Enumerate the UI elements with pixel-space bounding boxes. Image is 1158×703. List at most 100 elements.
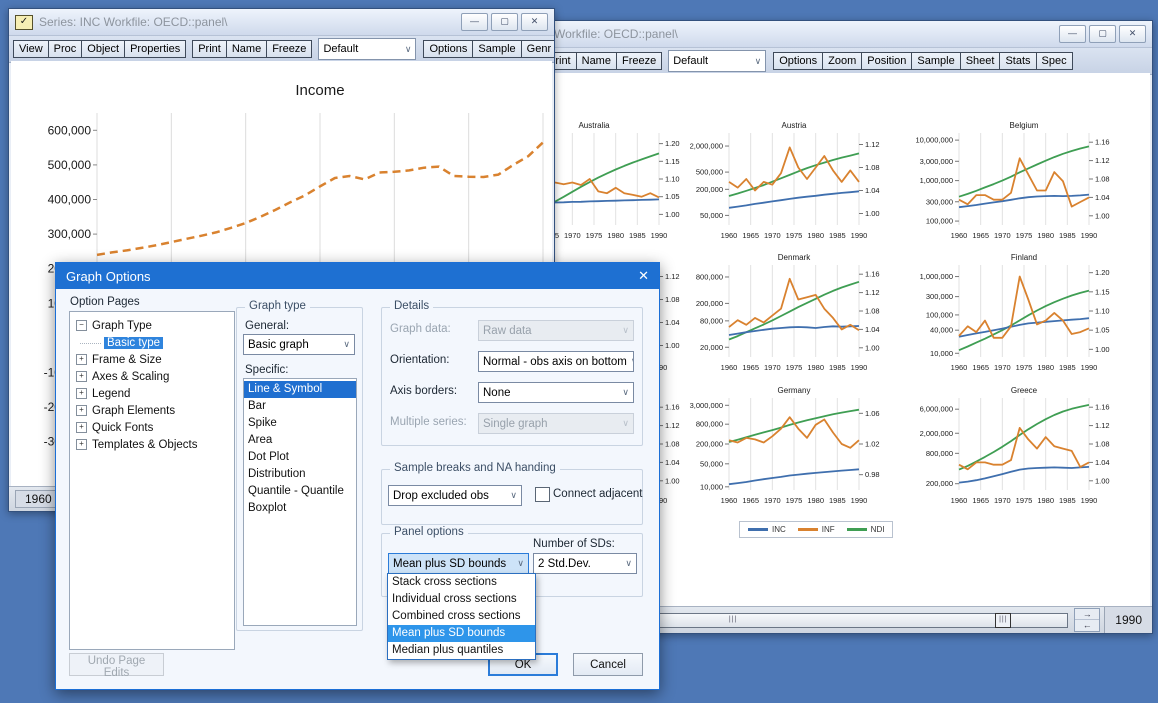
workfile-default-combobox[interactable]: Default ∨ xyxy=(668,50,767,72)
specific-item-quantile-quantile[interactable]: Quantile - Quantile xyxy=(244,483,356,500)
workfile-zoom-button[interactable]: Zoom xyxy=(822,52,863,70)
tree-item-label: Templates & Objects xyxy=(92,438,198,451)
undo-page-edits-button[interactable]: Undo Page Edits xyxy=(69,653,164,679)
svg-text:1970: 1970 xyxy=(564,231,581,240)
series-name-button[interactable]: Name xyxy=(225,40,268,58)
workfile-sample-button[interactable]: Sample xyxy=(911,52,961,70)
workfile-close-button[interactable]: ✕ xyxy=(1119,25,1146,43)
svg-text:1965: 1965 xyxy=(742,496,759,505)
expand-icon[interactable]: + xyxy=(76,354,87,365)
tree-item-templates-objects[interactable]: + Templates & Objects xyxy=(70,436,234,453)
next-page-arrow-icon[interactable]: → xyxy=(1075,609,1100,620)
svg-text:Greece: Greece xyxy=(1011,386,1038,395)
specific-item-line-symbol[interactable]: Line & Symbol xyxy=(244,381,356,398)
svg-text:Australia: Australia xyxy=(578,121,610,130)
workfile-maximize-button[interactable]: ▢ xyxy=(1089,25,1116,43)
svg-text:40,000: 40,000 xyxy=(930,326,953,335)
tree-item-graph-type[interactable]: − Graph Type xyxy=(70,317,234,334)
dropdown-item-median-plus-quantiles[interactable]: Median plus quantiles xyxy=(388,642,535,659)
tree-item-label: Legend xyxy=(92,387,131,400)
series-proc-button[interactable]: Proc xyxy=(47,40,83,58)
series-close-button[interactable]: ✕ xyxy=(521,13,548,31)
scrollbar-grip-icon[interactable]: ||| xyxy=(729,614,737,625)
svg-text:1980: 1980 xyxy=(807,496,824,505)
workfile-name-button[interactable]: Name xyxy=(575,52,617,70)
expand-icon[interactable]: + xyxy=(76,422,87,433)
svg-text:1965: 1965 xyxy=(972,496,989,505)
expand-icon[interactable]: + xyxy=(76,388,87,399)
svg-text:300,000: 300,000 xyxy=(926,197,953,206)
axis-borders-combobox[interactable]: None ∨ xyxy=(478,382,634,403)
option-pages-tree: − Graph Type Basic type + Frame & Size + Axes … xyxy=(69,311,235,650)
workfile-sheet-button[interactable]: Sheet xyxy=(959,52,1001,70)
workfile-stats-button[interactable]: Stats xyxy=(999,52,1037,70)
series-maximize-button[interactable]: ▢ xyxy=(491,13,518,31)
series-print-button[interactable]: Print xyxy=(192,40,227,58)
collapse-icon[interactable]: − xyxy=(76,320,87,331)
svg-text:500,000: 500,000 xyxy=(696,168,723,177)
svg-text:1.12: 1.12 xyxy=(665,421,680,430)
specific-item-bar[interactable]: Bar xyxy=(244,398,356,415)
expand-icon[interactable]: + xyxy=(76,405,87,416)
option-pages-label: Option Pages xyxy=(70,296,140,308)
number-of-sds-combobox[interactable]: 2 Std.Dev. ∨ xyxy=(533,553,637,574)
connect-adjacent-checkbox[interactable] xyxy=(535,487,550,502)
tree-item-legend[interactable]: + Legend xyxy=(70,385,234,402)
series-genr-button[interactable]: Genr xyxy=(520,40,554,58)
dropdown-item-stack-cross-sections[interactable]: Stack cross sections xyxy=(388,574,535,591)
panel-options-value: Mean plus SD bounds xyxy=(393,557,507,570)
panel-options-combobox[interactable]: Mean plus SD bounds ∨ xyxy=(388,553,529,574)
workfile-options-button[interactable]: Options xyxy=(773,52,824,70)
specific-item-distribution[interactable]: Distribution xyxy=(244,466,356,483)
workfile-spec-button[interactable]: Spec xyxy=(1035,52,1073,70)
svg-text:1.00: 1.00 xyxy=(1095,211,1110,220)
series-options-button[interactable]: Options xyxy=(423,40,474,58)
svg-text:1990: 1990 xyxy=(651,231,668,240)
specific-item-dot-plot[interactable]: Dot Plot xyxy=(244,449,356,466)
series-titlebar[interactable]: ✓ Series: INC Workfile: OECD::panel\ — ▢ ✕ xyxy=(9,9,554,36)
series-sample-button[interactable]: Sample xyxy=(472,40,522,58)
prev-page-arrow-icon[interactable]: ← xyxy=(1075,620,1099,630)
dropdown-item-combined-cross-sections[interactable]: Combined cross sections xyxy=(388,608,535,625)
close-icon[interactable]: ✕ xyxy=(638,268,649,284)
specific-item-boxplot[interactable]: Boxplot xyxy=(244,500,356,517)
series-object-button[interactable]: Object xyxy=(81,40,126,58)
svg-text:1985: 1985 xyxy=(1059,231,1076,240)
expand-icon[interactable]: + xyxy=(76,371,87,382)
general-combobox[interactable]: Basic graph ∨ xyxy=(243,334,355,355)
series-minimize-button[interactable]: — xyxy=(461,13,488,31)
tree-item-quick-fonts[interactable]: + Quick Fonts xyxy=(70,419,234,436)
svg-text:1.05: 1.05 xyxy=(1095,326,1110,335)
tree-item-frame-size[interactable]: + Frame & Size xyxy=(70,351,234,368)
tree-item-axes-scaling[interactable]: + Axes & Scaling xyxy=(70,368,234,385)
series-freeze-button[interactable]: Freeze xyxy=(266,40,313,58)
pager-arrows[interactable]: → ← xyxy=(1074,608,1101,632)
dialog-titlebar[interactable]: Graph Options ✕ xyxy=(56,263,659,289)
cancel-button[interactable]: Cancel xyxy=(573,653,643,676)
series-properties-button[interactable]: Properties xyxy=(124,40,187,58)
scrollbar-end-grip-icon[interactable]: ||| xyxy=(995,612,1012,628)
series-view-button[interactable]: View xyxy=(13,40,49,58)
specific-item-spike[interactable]: Spike xyxy=(244,415,356,432)
dropdown-item-mean-plus-sd-bounds[interactable]: Mean plus SD bounds xyxy=(388,625,535,642)
sample-breaks-group: Sample breaks and NA handing Drop exclud… xyxy=(381,462,643,525)
series-default-combobox[interactable]: Default ∨ xyxy=(318,38,417,60)
tree-item-basic-type[interactable]: Basic type xyxy=(70,334,234,351)
svg-text:1990: 1990 xyxy=(1081,231,1098,240)
svg-text:0.98: 0.98 xyxy=(865,470,880,479)
workfile-minimize-button[interactable]: — xyxy=(1059,25,1086,43)
svg-text:1.00: 1.00 xyxy=(665,476,680,485)
expand-icon[interactable]: + xyxy=(76,439,87,450)
tree-item-graph-elements[interactable]: + Graph Elements xyxy=(70,402,234,419)
orientation-combobox[interactable]: Normal - obs axis on bottom∨ xyxy=(478,351,634,372)
workfile-titlebar[interactable]: Workfile: OECD::panel\ — ▢ ✕ xyxy=(456,21,1152,48)
sample-breaks-combobox[interactable]: Drop excluded obs ∨ xyxy=(388,485,522,506)
workfile-freeze-button[interactable]: Freeze xyxy=(615,52,663,70)
dropdown-item-individual-cross-sections[interactable]: Individual cross sections xyxy=(388,591,535,608)
svg-text:1.15: 1.15 xyxy=(665,157,680,166)
specific-item-area[interactable]: Area xyxy=(244,432,356,449)
workfile-position-button[interactable]: Position xyxy=(861,52,913,70)
svg-text:400,000: 400,000 xyxy=(48,193,92,207)
svg-text:1.00: 1.00 xyxy=(1095,345,1110,354)
svg-text:1970: 1970 xyxy=(764,231,781,240)
